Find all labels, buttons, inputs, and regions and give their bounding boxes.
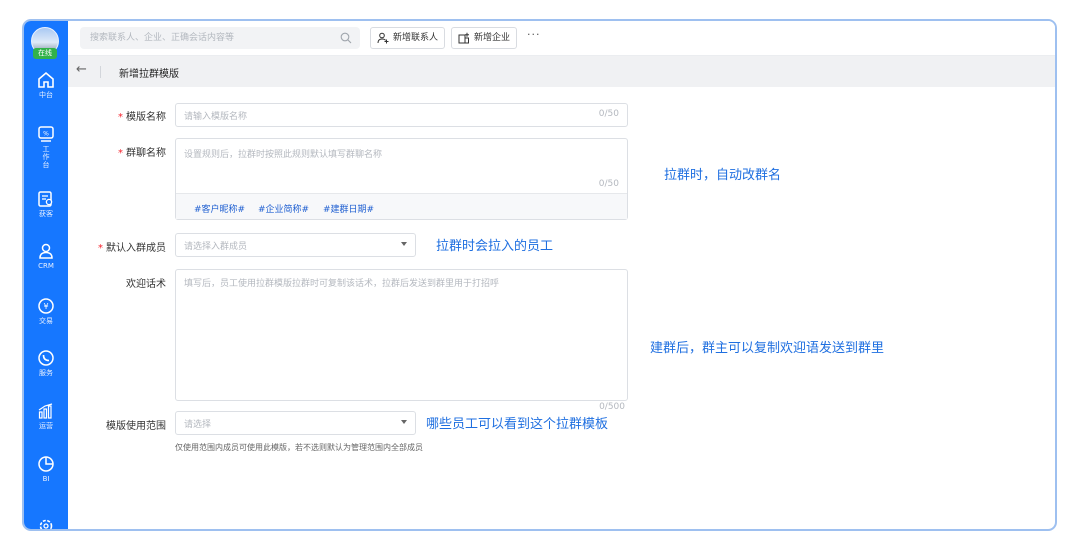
welcome-placeholder: 填写后，员工使用拉群模版拉群时可复制该话术，拉群后发送到群里用于打招呼 [184, 279, 500, 289]
tag-group-create-date[interactable]: #建群日期# [323, 202, 374, 215]
header-divider [100, 66, 101, 78]
sidebar-item-label: 获客 [39, 210, 53, 218]
sidebar-item-label: BI [42, 475, 50, 483]
welcome-label: 欢迎话术 [76, 275, 166, 290]
template-name-label: * 模版名称 [76, 108, 166, 123]
group-name-input[interactable]: 设置规则后，拉群时按照此规则默认填写群聊名称 0/50 #客户昵称# #企业简称… [175, 138, 628, 220]
required-mark: * [118, 112, 123, 123]
home-icon [38, 71, 54, 88]
scope-label-text: 模版使用范围 [106, 421, 166, 432]
sidebar-item-service[interactable]: 服务 [24, 349, 68, 378]
add-company-button[interactable]: 新增企业 [451, 27, 518, 49]
sidebar-item-workbench[interactable]: % 工作台 [24, 125, 68, 169]
welcome-textarea[interactable]: 填写后，员工使用拉群模版拉群时可复制该话术，拉群后发送到群里用于打招呼 0/50… [175, 269, 628, 412]
sidebar-item-acquire[interactable]: 获客 [24, 190, 68, 219]
add-building-icon [458, 32, 469, 44]
group-name-label-text: 群聊名称 [126, 148, 166, 159]
phone-chat-icon [38, 350, 54, 366]
welcome-count: 0/500 [599, 402, 625, 412]
bar-chart-icon [38, 403, 53, 419]
sidebar-item-label: 服务 [39, 369, 53, 377]
chevron-down-icon [401, 242, 407, 246]
group-name-tag-bar: #客户昵称# #企业简称# #建群日期# [176, 193, 627, 219]
sidebar-item-bi[interactable]: BI [24, 455, 68, 484]
user-icon [39, 243, 53, 259]
add-user-icon [377, 32, 389, 44]
welcome-label-text: 欢迎话术 [126, 279, 166, 290]
pie-chart-icon [38, 456, 54, 472]
group-name-annotation: 拉群时，自动改群名 [664, 168, 782, 183]
add-company-label: 新增企业 [474, 33, 511, 43]
add-contact-label: 新增联系人 [393, 33, 439, 43]
sidebar-item-crm[interactable]: CRM [24, 242, 68, 271]
template-name-placeholder: 请输入模版名称 [184, 112, 248, 122]
template-name-label-text: 模版名称 [126, 112, 166, 123]
required-mark: * [98, 243, 103, 254]
back-arrow-icon[interactable]: ← [76, 62, 87, 77]
svg-text:¥: ¥ [43, 302, 48, 311]
sidebar-item-label: CRM [38, 262, 54, 270]
scope-label: 模版使用范围 [76, 417, 166, 432]
search-icon [340, 32, 352, 44]
app-window: 在线 中台 % 工作台 获客 CRM ¥ 交易 服务 运营 BI 搜索联系人、企… [22, 19, 1057, 531]
required-mark: * [118, 148, 123, 159]
gear-icon [39, 519, 53, 529]
default-members-annotation: 拉群时会拉入的员工 [436, 239, 554, 254]
tag-customer-nickname[interactable]: #客户昵称# [194, 202, 245, 215]
sidebar-item-label: 工作台 [42, 145, 50, 169]
search-input[interactable]: 搜索联系人、企业、正确会话内容等 [80, 27, 360, 49]
scope-annotation: 哪些员工可以看到这个拉群模板 [426, 417, 609, 432]
online-status-badge: 在线 [33, 48, 57, 59]
page-title: 新增拉群模版 [119, 69, 179, 80]
scope-select[interactable]: 请选择 [175, 411, 416, 435]
sidebar-item-settings[interactable] [24, 517, 68, 529]
acquire-icon [38, 191, 53, 207]
default-members-label: * 默认入群成员 [76, 239, 166, 254]
sidebar-item-label: 运营 [39, 422, 53, 430]
page-header: ← 新增拉群模版 [68, 56, 1055, 87]
sidebar-item-home[interactable]: 中台 [24, 71, 68, 100]
sidebar-item-operation[interactable]: 运营 [24, 402, 68, 431]
workbench-icon: % [38, 126, 54, 142]
welcome-annotation: 建群后，群主可以复制欢迎语发送到群里 [650, 341, 885, 356]
topbar: 搜索联系人、企业、正确会话内容等 新增联系人 新增企业 ··· [68, 21, 1055, 56]
group-name-label: * 群聊名称 [76, 144, 166, 159]
svg-text:%: % [43, 131, 49, 138]
sidebar-item-label: 中台 [39, 91, 53, 99]
more-menu-button[interactable]: ··· [527, 28, 541, 41]
sidebar: 在线 中台 % 工作台 获客 CRM ¥ 交易 服务 运营 BI [24, 21, 68, 529]
default-members-placeholder: 请选择入群成员 [184, 242, 248, 252]
sidebar-item-trade[interactable]: ¥ 交易 [24, 297, 68, 326]
add-contact-button[interactable]: 新增联系人 [370, 27, 446, 49]
yen-icon: ¥ [38, 298, 54, 314]
search-placeholder: 搜索联系人、企业、正确会话内容等 [90, 33, 235, 43]
group-name-count: 0/50 [598, 179, 619, 189]
default-members-label-text: 默认入群成员 [106, 243, 166, 254]
template-name-count: 0/50 [598, 109, 619, 119]
chevron-down-icon [401, 420, 407, 424]
default-members-select[interactable]: 请选择入群成员 [175, 233, 416, 257]
scope-hint: 仅使用范围内成员可使用此模版，若不选则默认为管理范围内全部成员 [175, 443, 423, 452]
scope-placeholder: 请选择 [184, 420, 212, 430]
tag-company-short-name[interactable]: #企业简称# [258, 202, 309, 215]
group-name-placeholder: 设置规则后，拉群时按照此规则默认填写群聊名称 [184, 150, 383, 160]
sidebar-item-label: 交易 [39, 317, 53, 325]
template-name-input[interactable]: 请输入模版名称 0/50 [175, 103, 628, 127]
